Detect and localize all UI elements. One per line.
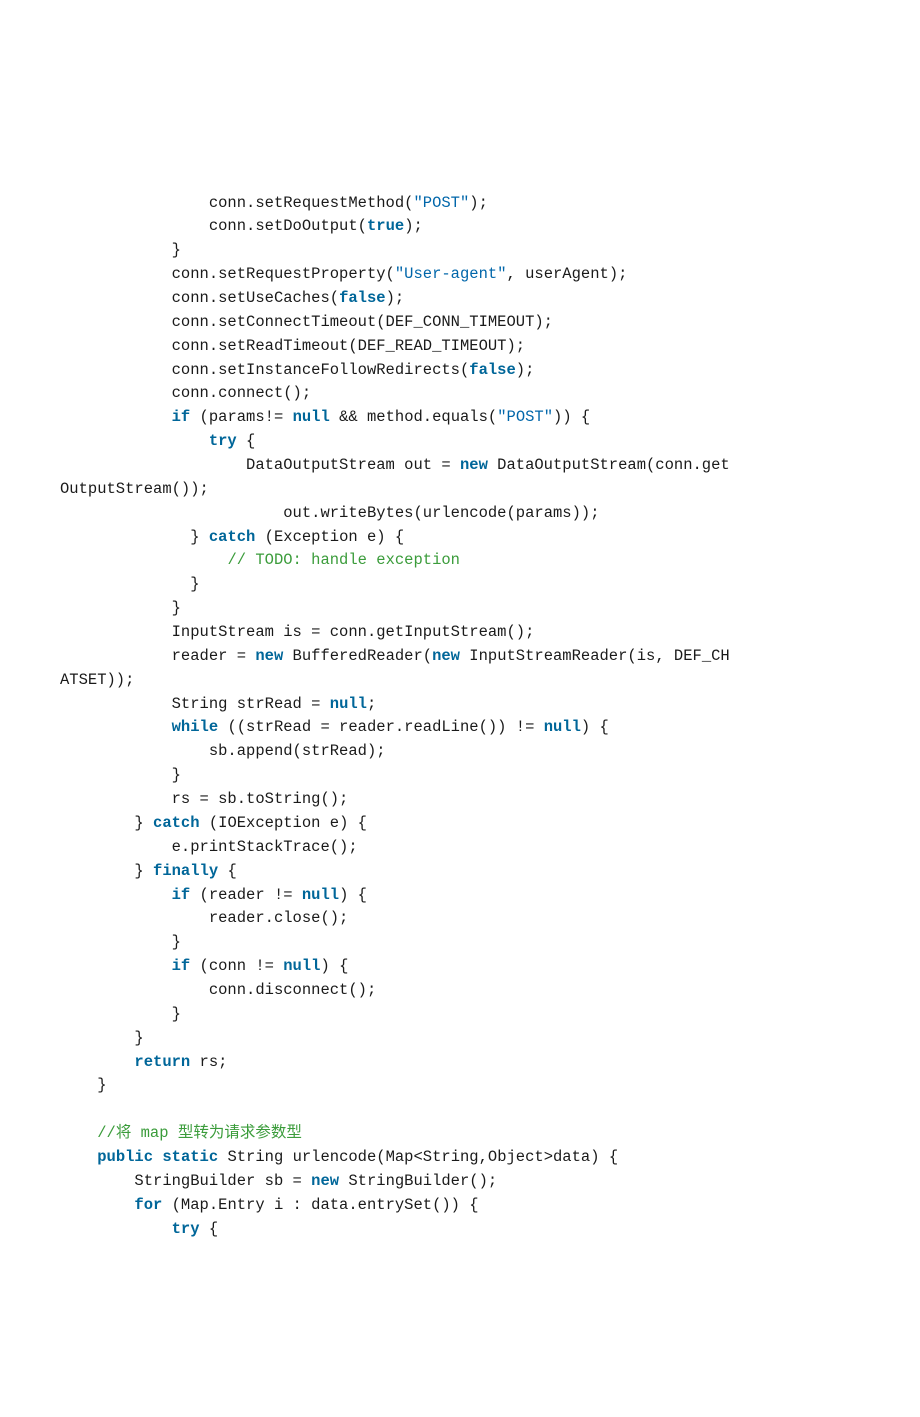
code-token: conn.connect(); xyxy=(172,384,312,402)
code-token: (params!= xyxy=(190,408,292,426)
code-token: ) { xyxy=(320,957,348,975)
code-token: BufferedReader( xyxy=(283,647,432,665)
code-token: ); xyxy=(386,289,405,307)
code-token: (Map.Entry i : data.entrySet()) { xyxy=(162,1196,478,1214)
code-token: rs = sb.toString(); xyxy=(172,790,349,808)
code-token: rs; xyxy=(190,1053,227,1071)
code-token: return xyxy=(134,1053,190,1071)
code-token: ); xyxy=(516,361,535,379)
code-token: conn.setRequestProperty( xyxy=(172,265,395,283)
code-token: DataOutputStream(conn.get xyxy=(488,456,730,474)
code-token: for xyxy=(134,1196,162,1214)
code-token: false xyxy=(339,289,386,307)
code-token: , userAgent); xyxy=(507,265,628,283)
code-token: new xyxy=(311,1172,339,1190)
code-token: (conn != xyxy=(190,957,283,975)
code-token: conn.setRequestMethod( xyxy=(209,194,414,212)
code-token: } xyxy=(190,528,209,546)
code-token: } xyxy=(172,933,181,951)
code-token: "POST" xyxy=(497,408,553,426)
code-token: { xyxy=(218,862,237,880)
code-token: (IOException e) { xyxy=(200,814,367,832)
code-token: InputStream is = conn.getInputStream(); xyxy=(172,623,535,641)
code-token: conn.setConnectTimeout(DEF_CONN_TIMEOUT)… xyxy=(172,313,553,331)
code-token: catch xyxy=(153,814,200,832)
code-token: false xyxy=(469,361,516,379)
code-token: null xyxy=(302,886,339,904)
code-token: } xyxy=(134,862,153,880)
code-token: } xyxy=(134,814,153,832)
code-token: while xyxy=(172,718,219,736)
code-token: ); xyxy=(469,194,488,212)
code-token: conn.setDoOutput( xyxy=(209,217,367,235)
code-token: conn.setUseCaches( xyxy=(172,289,339,307)
code-token: } xyxy=(134,1029,143,1047)
code-token: ) { xyxy=(339,886,367,904)
code-token: ATSET)); xyxy=(60,671,134,689)
code-token: "POST" xyxy=(413,194,469,212)
code-token: } xyxy=(172,241,181,259)
code-token: } xyxy=(172,1005,181,1023)
code-token: if xyxy=(172,408,191,426)
code-token: conn.setInstanceFollowRedirects( xyxy=(172,361,470,379)
code-token: null xyxy=(544,718,581,736)
code-token: String strRead = xyxy=(172,695,330,713)
code-token: reader.close(); xyxy=(209,909,349,927)
code-token: StringBuilder(); xyxy=(339,1172,497,1190)
code-token: true xyxy=(367,217,404,235)
code-token xyxy=(153,1148,162,1166)
code-token: sb.append(strRead); xyxy=(209,742,386,760)
code-token: ((strRead = reader.readLine()) != xyxy=(218,718,544,736)
code-token: if xyxy=(172,957,191,975)
code-token: (reader != xyxy=(190,886,302,904)
code-token: OutputStream()); xyxy=(60,480,209,498)
code-token: "User-agent" xyxy=(395,265,507,283)
code-token: InputStreamReader(is, DEF_CH xyxy=(460,647,730,665)
code-token: } xyxy=(172,766,181,784)
code-token: null xyxy=(293,408,330,426)
code-token: // TODO: handle exception xyxy=(227,551,460,569)
code-token: if xyxy=(172,886,191,904)
code-token: new xyxy=(255,647,283,665)
code-token: } xyxy=(172,599,181,617)
code-token: { xyxy=(200,1220,219,1238)
code-token: } xyxy=(97,1076,106,1094)
code-token: catch xyxy=(209,528,256,546)
code-token: conn.setReadTimeout(DEF_READ_TIMEOUT); xyxy=(172,337,525,355)
code-token: e.printStackTrace(); xyxy=(172,838,358,856)
code-token: try xyxy=(172,1220,200,1238)
code-token: { xyxy=(237,432,256,450)
code-token: //将 map 型转为请求参数型 xyxy=(97,1124,302,1142)
code-token: )) { xyxy=(553,408,590,426)
code-token: static xyxy=(162,1148,218,1166)
code-token: conn.disconnect(); xyxy=(209,981,376,999)
code-token: new xyxy=(432,647,460,665)
code-token: String urlencode(Map<String,Object>data)… xyxy=(218,1148,618,1166)
code-token: null xyxy=(283,957,320,975)
code-token: try xyxy=(209,432,237,450)
code-token: out.writeBytes(urlencode(params)); xyxy=(283,504,599,522)
code-token: (Exception e) { xyxy=(255,528,404,546)
code-token: StringBuilder sb = xyxy=(134,1172,311,1190)
code-token: new xyxy=(460,456,488,474)
code-token: ; xyxy=(367,695,376,713)
code-token: ) { xyxy=(581,718,609,736)
code-token: ); xyxy=(404,217,423,235)
code-token: reader = xyxy=(172,647,256,665)
code-token: null xyxy=(330,695,367,713)
code-token: && method.equals( xyxy=(330,408,497,426)
code-block: conn.setRequestMethod("POST"); conn.setD… xyxy=(60,192,860,1242)
code-token: DataOutputStream out = xyxy=(246,456,460,474)
code-token: } xyxy=(190,575,199,593)
code-token: public xyxy=(97,1148,153,1166)
code-token: finally xyxy=(153,862,218,880)
